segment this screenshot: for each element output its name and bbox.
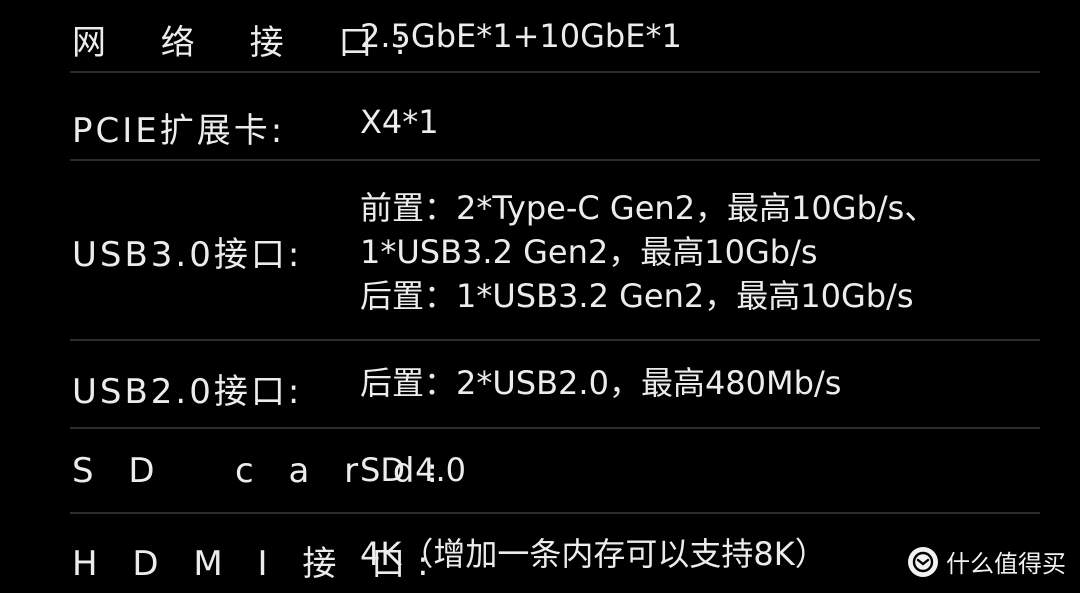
row-divider xyxy=(70,512,1040,514)
spec-value-line: 4K（增加一条内存可以支持8K） xyxy=(360,535,827,573)
watermark-text: 什么值得买 xyxy=(946,550,1066,578)
spec-value-line: 2.5GbE*1+10GbE*1 xyxy=(360,17,682,55)
row-divider xyxy=(70,159,1040,161)
spec-label: USB2.0接口: xyxy=(72,372,303,412)
spec-value-line: 后置：2*USB2.0，最高480Mb/s xyxy=(360,364,842,402)
spec-value-line: 后置：1*USB3.2 Gen2，最高10Gb/s xyxy=(360,277,914,315)
spec-value-line: 1*USB3.2 Gen2，最高10Gb/s xyxy=(360,233,818,271)
spec-value: 4K（增加一条内存可以支持8K） xyxy=(360,532,827,576)
watermark: 什么值得买 xyxy=(908,544,1066,579)
spec-label: PCIE扩展卡: xyxy=(72,111,286,151)
spec-value: 后置：2*USB2.0，最高480Mb/s xyxy=(360,361,841,405)
spec-value: SD 4.0 xyxy=(360,448,466,492)
spec-value: X4*1 xyxy=(360,100,439,144)
spec-value-line: 前置：2*Type-C Gen2，最高10Gb/s、 xyxy=(360,189,937,227)
row-divider xyxy=(70,339,1040,341)
spec-value: 前置：2*Type-C Gen2，最高10Gb/s、 1*USB3.2 Gen2… xyxy=(360,186,936,318)
row-divider xyxy=(70,427,1040,429)
spec-value-line: SD 4.0 xyxy=(360,451,467,489)
spec-value-line: X4*1 xyxy=(360,103,439,141)
row-divider xyxy=(70,71,1040,73)
spec-label: USB3.0接口: xyxy=(72,235,303,275)
zhidemai-logo-icon xyxy=(908,546,938,577)
spec-value: 2.5GbE*1+10GbE*1 xyxy=(360,14,682,58)
